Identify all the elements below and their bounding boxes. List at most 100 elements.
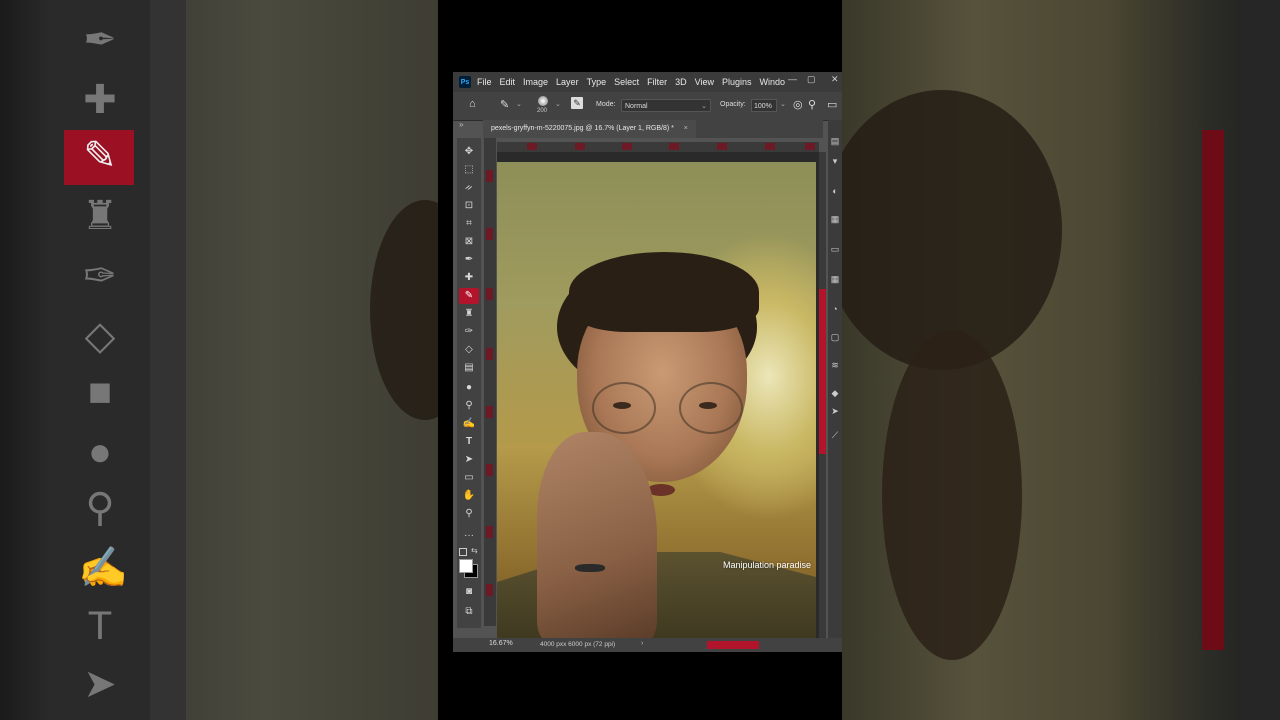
gradient-icon[interactable]: ▤ [459, 360, 479, 376]
frame-icon[interactable]: ⊠ [459, 234, 479, 250]
pen-icon[interactable]: ✍ [459, 416, 479, 432]
blur-icon[interactable]: ● [459, 380, 479, 396]
blur-icon: ● [87, 430, 113, 474]
comment-panel-icon[interactable]: ▾ [830, 156, 840, 166]
libraries-panel-icon[interactable]: ≋ [830, 360, 840, 370]
tab-close-icon[interactable]: × [684, 125, 688, 132]
photoshop-window: Ps File Edit Image Layer Type Select Fil… [453, 72, 842, 652]
status-menu-arrow-icon[interactable]: › [641, 640, 643, 647]
crop-icon[interactable]: ⌗ [459, 216, 479, 232]
gradients-panel-icon[interactable]: ▭ [830, 244, 840, 254]
chevron-down-icon[interactable]: ⌄ [516, 100, 522, 108]
default-colors-icon[interactable] [459, 548, 467, 556]
screen-mode-icon[interactable]: ⧉ [459, 604, 479, 620]
blurred-hair [370, 200, 438, 420]
blurred-ruler [150, 0, 186, 720]
menu-file[interactable]: File [477, 77, 492, 87]
options-bar: ⌂ ✎ ⌄ 200 ⌄ ✎ Mode: Normal ⌄ Opacity: 10… [453, 92, 842, 121]
vertical-ruler [484, 138, 496, 626]
opacity-label: Opacity: [720, 101, 746, 108]
left-eye [613, 402, 631, 409]
mode-dropdown[interactable]: Normal ⌄ [621, 99, 711, 112]
document-canvas[interactable]: Manipulation paradise [497, 152, 819, 638]
mode-value: Normal [625, 103, 648, 110]
history-panel-icon[interactable]: ▤ [830, 136, 840, 146]
dodge-icon[interactable]: ⚲ [459, 398, 479, 414]
workspace-icon[interactable]: ▭ [827, 98, 837, 111]
ring [575, 564, 605, 572]
collapse-toolbar-icon[interactable]: » [459, 120, 463, 129]
status-bar: 16.67% 4000 pxx 6000 px (72 ppi) › [453, 638, 842, 652]
pressure-opacity-icon[interactable]: ◎ [793, 98, 803, 111]
search-icon[interactable]: ⚲ [808, 98, 816, 111]
menu-image[interactable]: Image [523, 77, 548, 87]
document-dimensions: 4000 pxx 6000 px (72 ppi) [540, 641, 616, 648]
chevron-down-icon[interactable]: ⌄ [555, 100, 561, 108]
close-icon[interactable]: ✕ [831, 74, 839, 85]
chevron-down-icon[interactable]: ⌄ [780, 100, 786, 108]
home-icon[interactable]: ⌂ [469, 98, 476, 110]
menu-view[interactable]: View [695, 77, 714, 87]
path-select-icon[interactable]: ➤ [459, 452, 479, 468]
menu-filter[interactable]: Filter [647, 77, 667, 87]
clone-stamp-icon[interactable]: ♜ [459, 306, 479, 322]
maximize-icon[interactable]: ▢ [807, 74, 816, 85]
zoom-icon[interactable]: ⚲ [459, 506, 479, 522]
color-panel-icon[interactable]: ◐ [830, 186, 840, 196]
menu-edit[interactable]: Edit [500, 77, 516, 87]
swatches-panel-icon[interactable]: ▦ [830, 214, 840, 224]
brush-icon[interactable]: ✎ [459, 288, 479, 304]
minimize-icon[interactable]: — [788, 74, 797, 84]
blurred-cheek [882, 330, 1022, 660]
adjustments-panel-icon[interactable]: ▢ [830, 332, 840, 342]
brush-settings-icon[interactable]: ✎ [571, 97, 583, 109]
menu-plugins[interactable]: Plugins [722, 77, 752, 87]
hand [537, 432, 657, 638]
foreground-color-swatch[interactable] [459, 559, 473, 573]
history-brush-icon[interactable]: ✑ [459, 324, 479, 340]
marquee-icon[interactable]: ⬚ [459, 162, 479, 178]
menu-window[interactable]: Windo [760, 77, 786, 87]
hand-icon[interactable]: ✋ [459, 488, 479, 504]
document-tab[interactable]: pexels-gryffyn-m-5220075.jpg @ 16.7% (La… [483, 120, 696, 138]
eraser-icon[interactable]: ◇ [459, 342, 479, 358]
brush-preset-icon[interactable]: ✎ [500, 98, 509, 111]
menu-layer[interactable]: Layer [556, 77, 579, 87]
history-brush-icon: ✑ [83, 254, 117, 298]
menu-3d[interactable]: 3D [675, 77, 687, 87]
ruler-marker [486, 526, 493, 538]
ruler-marker [486, 406, 493, 418]
properties-panel-icon[interactable]: ◔ [830, 304, 840, 314]
quick-mask-icon[interactable]: ◙ [459, 584, 479, 600]
paths-panel-icon[interactable]: ⟋ [830, 430, 840, 440]
watermark-text: Manipulation paradise [723, 560, 812, 570]
layers-panel-icon[interactable]: ◆ [830, 388, 840, 398]
ruler-marker [486, 228, 493, 240]
healing-brush-icon[interactable]: ✚ [459, 270, 479, 286]
swap-colors-icon[interactable]: ⇆ [471, 546, 478, 555]
opacity-input[interactable]: 100% [751, 99, 777, 112]
brush-tip-icon[interactable] [538, 96, 548, 106]
move-icon[interactable]: ✥ [459, 144, 479, 160]
ruler-marker [717, 143, 727, 150]
eyedropper-icon[interactable]: ✒ [459, 252, 479, 268]
healing-brush-icon: ✚ [83, 78, 117, 122]
scrollbar-thumb[interactable] [819, 289, 826, 454]
more-tools-icon[interactable]: ··· [459, 528, 479, 544]
right-eye [699, 402, 717, 409]
vertical-scrollbar[interactable] [819, 152, 826, 638]
rectangle-icon[interactable]: ▭ [459, 470, 479, 486]
ruler-marker [805, 143, 815, 150]
eraser-icon: ◇ [84, 314, 116, 358]
lasso-icon[interactable]: ᨀ [459, 180, 479, 196]
menu-select[interactable]: Select [614, 77, 639, 87]
type-icon[interactable]: T [459, 434, 479, 450]
menu-type[interactable]: Type [587, 77, 607, 87]
object-select-icon[interactable]: ⊡ [459, 198, 479, 214]
patterns-panel-icon[interactable]: ▦ [830, 274, 840, 284]
progress-indicator [707, 641, 759, 649]
blurred-scrollbar [1202, 130, 1224, 650]
zoom-level[interactable]: 16.67% [489, 640, 513, 647]
ruler-marker [486, 170, 493, 182]
hair-top [569, 252, 759, 332]
